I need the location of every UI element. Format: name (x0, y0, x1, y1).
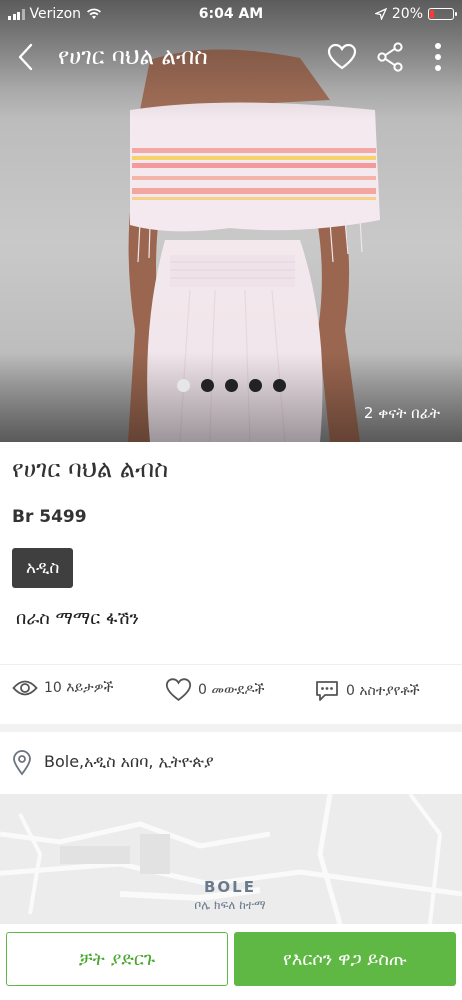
make-offer-button[interactable]: የእርሶን ዋጋ ይስጡ (234, 932, 456, 986)
favorite-button[interactable] (318, 30, 366, 84)
views-count: 10 እይታዎች (44, 680, 114, 696)
gallery-pagination[interactable] (0, 379, 462, 392)
posted-time: 2 ቀናት በፊት (363, 404, 440, 422)
views-stat: 10 እይታዎች (12, 679, 113, 697)
app-bar: የሀገር ባህል ልብስ (0, 30, 462, 84)
listing-title: የሀገር ባህል ልብስ (12, 455, 169, 483)
likes-stat[interactable]: 0 መውደዶች (165, 677, 265, 703)
section-divider (0, 724, 462, 732)
comments-stat[interactable]: 0 አስተያየቶች (314, 679, 420, 703)
gallery-dot[interactable] (272, 379, 286, 392)
gallery-dot[interactable] (248, 379, 262, 392)
listing-price: Br 5499 (12, 507, 87, 527)
gallery-dot[interactable] (224, 379, 238, 392)
share-icon (377, 42, 403, 72)
likes-count: 0 መውደዶች (198, 682, 265, 698)
share-button[interactable] (366, 30, 414, 84)
clock: 6:04 AM (198, 6, 264, 22)
heart-icon (327, 43, 357, 70)
more-options-button[interactable] (414, 30, 462, 84)
chat-button[interactable]: ቻት ያድርጉ (6, 932, 228, 986)
bottom-action-bar: ቻት ያድርጉ የእርሶን ዋጋ ይስጡ (0, 924, 462, 1000)
heart-outline-icon (165, 678, 192, 702)
location-row[interactable]: Bole,አዲስ አበባ, ኢትዮጵያ (0, 740, 462, 786)
status-bar: Verizon 6:04 AM 20% (0, 0, 462, 28)
map-pin-icon (13, 750, 31, 776)
condition-badge: አዲስ (12, 548, 74, 588)
app-bar-title: የሀገር ባህል ልብስ (58, 44, 208, 70)
gallery-dot[interactable] (176, 379, 190, 392)
product-image-gallery[interactable]: Verizon 6:04 AM 20% የሀገር ባህል ልብስ 2 ቀናት በ… (0, 0, 462, 442)
comment-icon (316, 681, 338, 701)
map-label-bole: BOLE (204, 878, 256, 896)
map-label-amharic: ቦሌ ክፍለ ከተማ (194, 898, 266, 912)
gallery-dot[interactable] (200, 379, 214, 392)
chevron-left-icon (18, 43, 33, 71)
back-button[interactable] (0, 30, 50, 84)
more-vertical-icon (435, 43, 441, 71)
location-map[interactable]: BOLE ቦሌ ክፍለ ከተማ (0, 794, 462, 924)
location-text: Bole,አዲስ አበባ, ኢትዮጵያ (44, 752, 214, 771)
comments-count: 0 አስተያየቶች (346, 683, 420, 699)
seller-name[interactable]: በራስ ማማር ፋሽን (16, 608, 139, 629)
battery-icon (428, 8, 457, 20)
listing-stats: 10 እይታዎች 0 መውደዶች 0 አስተያየቶች (0, 664, 462, 720)
eye-icon (12, 680, 38, 696)
